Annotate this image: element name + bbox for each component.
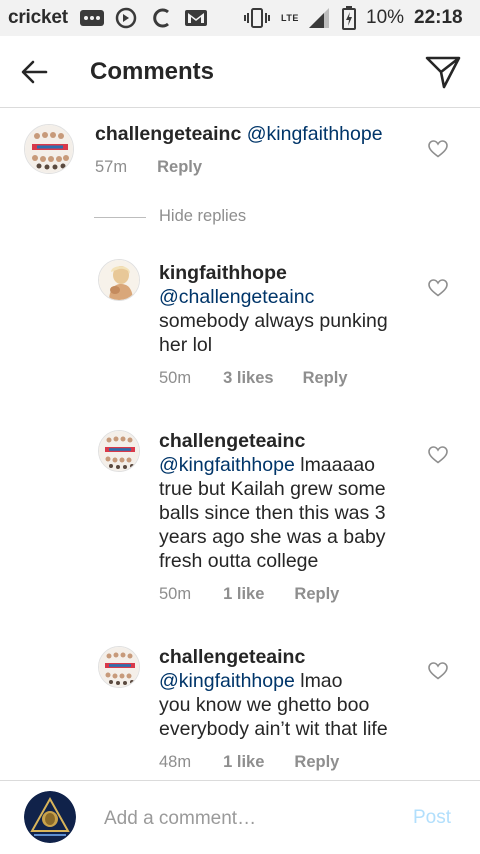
reply-line: lmao [294, 670, 343, 692]
clock: 22:18 [414, 7, 463, 28]
reply-button[interactable]: Reply [303, 369, 348, 388]
battery-icon [342, 6, 356, 30]
page-title: Comments [90, 58, 215, 85]
battery-percent: 10% [366, 7, 405, 28]
reply-line: you know we ghetto boo [159, 694, 370, 716]
avatar[interactable] [98, 259, 140, 301]
likes-count[interactable]: 1 like [223, 585, 264, 604]
post-button[interactable]: Post [413, 807, 451, 829]
heart-icon[interactable] [428, 446, 448, 464]
add-comment-bar: Post [0, 780, 480, 854]
comment-meta: 57m Reply [95, 158, 202, 177]
voicemail-icon [80, 6, 104, 30]
my-avatar [24, 791, 76, 843]
share-button[interactable] [424, 54, 462, 90]
carrier-name: cricket [8, 7, 68, 28]
reply-username[interactable]: challengeteainc [159, 429, 459, 453]
divider [94, 217, 146, 218]
reply-line: fresh outta college [159, 550, 319, 572]
reply-line: true but Kailah grew some [159, 478, 386, 500]
reply-button[interactable]: Reply [294, 585, 339, 604]
reply-item: kingfaithhope @challengeteainc somebody … [0, 255, 480, 405]
reply-line: somebody always punking [159, 310, 388, 332]
heart-icon[interactable] [428, 279, 448, 297]
reply-username[interactable]: kingfaithhope [159, 261, 449, 285]
reply-meta: 50m 3 likes Reply [159, 369, 348, 388]
reply-meta: 50m 1 like Reply [159, 585, 339, 604]
reply-mention[interactable]: @kingfaithhope [159, 454, 295, 476]
reply-time: 48m [159, 753, 192, 771]
reply-mention[interactable]: @challengeteainc [159, 285, 449, 309]
reply-text: challengeteainc @kingfaithhope lmaaaao t… [159, 429, 459, 573]
reply-time: 50m [159, 585, 192, 603]
signal-icon [308, 6, 330, 30]
network-type: LTE [281, 13, 299, 23]
reply-mention[interactable]: @kingfaithhope [159, 670, 295, 692]
heart-icon[interactable] [428, 662, 448, 680]
likes-count[interactable]: 1 like [223, 753, 264, 772]
hide-replies-label: Hide replies [159, 207, 247, 225]
reply-line: years ago she was a baby [159, 526, 386, 548]
likes-count[interactable]: 3 likes [223, 369, 273, 388]
reply-button[interactable]: Reply [157, 158, 202, 177]
reply-line: lmaaaao [294, 454, 376, 476]
reply-username[interactable]: challengeteainc [159, 645, 459, 669]
arrow-left-icon [21, 60, 48, 84]
comment-input[interactable] [104, 805, 384, 833]
reply-line: her lol [159, 334, 213, 356]
reply-button[interactable]: Reply [294, 753, 339, 772]
reply-time: 50m [159, 369, 192, 387]
reply-item: challengeteainc @kingfaithhope lmao you … [0, 640, 480, 775]
reply-line: everybody ain’t wit that life [159, 718, 388, 740]
avatar[interactable] [98, 430, 140, 472]
vibrate-icon [244, 6, 270, 30]
reply-line: balls since then this was 3 [159, 502, 386, 524]
gmail-icon [184, 6, 208, 30]
reply-text: kingfaithhope @challengeteainc somebody … [159, 261, 449, 357]
comment-mention[interactable]: @kingfaithhope [247, 123, 383, 145]
reply-item: challengeteainc @kingfaithhope lmaaaao t… [0, 424, 480, 614]
reply-meta: 48m 1 like Reply [159, 753, 339, 772]
avatar[interactable] [98, 646, 140, 688]
comment-username[interactable]: challengeteainc [95, 123, 241, 145]
comment-time: 57m [95, 158, 128, 176]
sync-icon [114, 6, 138, 30]
status-bar: cricket LTE 10% 22:18 [0, 0, 480, 36]
reply-text: challengeteainc @kingfaithhope lmao you … [159, 645, 459, 741]
heart-icon[interactable] [428, 140, 448, 158]
comment-text: challengeteainc @kingfaithhope [95, 122, 415, 146]
paper-plane-icon [425, 56, 461, 89]
comment-item: challengeteainc @kingfaithhope 57m Reply [0, 108, 480, 198]
c-app-icon [150, 6, 172, 30]
app-header: Comments [0, 36, 480, 108]
back-button[interactable] [18, 56, 52, 88]
avatar[interactable] [24, 124, 74, 174]
